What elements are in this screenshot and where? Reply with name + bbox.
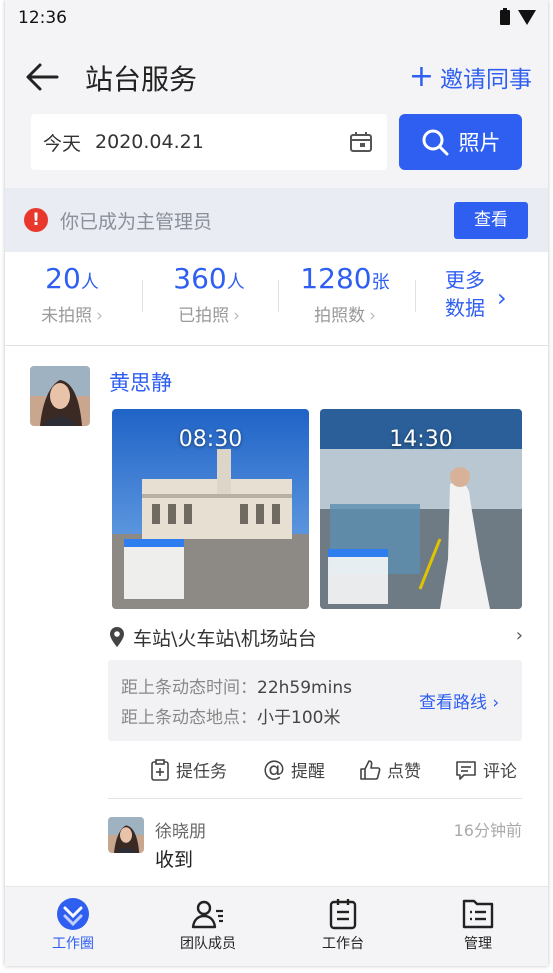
stat-photo-count[interactable]: 1280张 拍照数 › [280, 262, 410, 326]
page-title: 站台服务 [85, 63, 198, 96]
photo-timestamp: 14:30 [389, 427, 453, 452]
stat-label: 未拍照 [41, 306, 93, 326]
avatar[interactable] [30, 366, 90, 426]
chevron-right-icon: › [497, 284, 507, 312]
admin-notice: ! 你已成为主管理员 查看 [5, 188, 548, 252]
back-arrow-icon[interactable] [25, 62, 59, 92]
stat-value: 1280 [300, 262, 372, 295]
stat-not-photographed[interactable]: 20人 未拍照 › [7, 262, 137, 326]
comment-time: 16分钟前 [453, 821, 522, 840]
photo-button-label: 照片 [458, 131, 501, 155]
like-label: 点赞 [387, 762, 421, 782]
stat-label: 拍照数 [314, 306, 366, 326]
chevron-right-icon: › [515, 625, 523, 646]
comment-avatar[interactable] [108, 817, 144, 853]
last-place-value: 小于100米 [257, 708, 341, 728]
tab-label: 工作台 [322, 936, 364, 952]
photo-search-button[interactable]: 照片 [399, 114, 522, 170]
stats-panel: 20人 未拍照 › 360人 已拍照 › 1280张 拍照数 › 更多 数据 › [5, 252, 548, 346]
signal-icon [518, 10, 536, 25]
comment-text: 收到 [155, 849, 194, 871]
photo-timestamp: 08:30 [178, 427, 243, 452]
more-label-line2: 数据 [445, 296, 485, 320]
remind-button[interactable]: @ 提醒 [263, 757, 325, 782]
feed-post: 黄思静 08:30 14:30 车站\火车站\机场站台 › 距上条动态时间：22… [5, 347, 548, 887]
chevron-right-icon: › [369, 306, 376, 326]
tab-work-circle[interactable]: 工作圈 [13, 895, 133, 953]
tab-label: 团队成员 [180, 936, 236, 952]
comment-button[interactable]: 评论 [455, 757, 517, 782]
task-label: 提任务 [176, 762, 227, 782]
tab-label: 工作圈 [52, 936, 94, 952]
remind-label: 提醒 [291, 762, 325, 782]
invite-label: 邀请同事 [440, 67, 532, 93]
chevron-right-icon: › [233, 306, 240, 326]
divider [278, 280, 279, 312]
like-button[interactable]: 点赞 [359, 757, 421, 782]
location-text: 车站\火车站\机场站台 [133, 627, 317, 650]
manage-list-icon [462, 899, 494, 929]
post-location[interactable]: 车站\火车站\机场站台 › [109, 623, 529, 651]
date-label: 今天 [43, 132, 82, 155]
post-photo-afternoon[interactable]: 14:30 [320, 409, 522, 609]
last-time-label: 距上条动态时间： [121, 678, 257, 698]
at-icon: @ [263, 757, 285, 782]
chevron-right-icon: › [492, 693, 500, 713]
header: 站台服务 + 邀请同事 今天 2020.04.21 照片 [5, 36, 548, 188]
last-time-row: 距上条动态时间：22h59mins [121, 673, 352, 698]
calendar-icon[interactable] [349, 131, 373, 153]
tab-team-members[interactable]: 团队成员 [148, 895, 268, 953]
stat-value: 360 [173, 262, 227, 295]
thumbs-up-icon [360, 759, 381, 780]
route-label: 查看路线 [419, 693, 487, 713]
team-icon [191, 900, 223, 929]
last-place-label: 距上条动态地点： [121, 708, 257, 728]
distance-info: 距上条动态时间：22h59mins 距上条动态地点：小于100米 查看路线 › [108, 660, 522, 741]
stat-value: 20 [45, 262, 81, 295]
last-place-row: 距上条动态地点：小于100米 [121, 703, 340, 728]
comment-author[interactable]: 徐晓朋 [155, 817, 206, 842]
stat-unit: 张 [371, 272, 390, 293]
stat-unit: 人 [226, 272, 245, 293]
status-icons [500, 8, 536, 25]
divider [108, 798, 522, 799]
clipboard-icon [329, 899, 357, 930]
last-time-value: 22h59mins [257, 678, 352, 698]
stat-label: 已拍照 [178, 306, 230, 326]
view-button[interactable]: 查看 [454, 202, 528, 239]
warning-icon: ! [24, 208, 48, 232]
divider [142, 280, 143, 312]
bottom-tab-bar: 工作圈 团队成员 工作台 管理 [5, 886, 548, 966]
tab-manage[interactable]: 管理 [418, 895, 538, 953]
post-photo-morning[interactable]: 08:30 [112, 409, 309, 609]
status-bar: 12:36 [5, 0, 548, 36]
assign-task-button[interactable]: 提任务 [150, 757, 227, 782]
stat-unit: 人 [80, 272, 99, 293]
stat-photographed[interactable]: 360人 已拍照 › [144, 262, 274, 326]
more-label-line1: 更多 [445, 268, 485, 292]
search-icon [422, 129, 448, 156]
app-screen: 12:36 站台服务 + 邀请同事 今天 2020.04.21 照片 ! 你已成… [5, 0, 548, 966]
chevron-right-icon: › [96, 306, 103, 326]
post-author[interactable]: 黄思静 [109, 367, 172, 397]
view-route-link[interactable]: 查看路线 › [419, 688, 499, 713]
more-data-link[interactable]: 更多 数据 › [445, 266, 507, 322]
work-circle-icon [57, 898, 89, 930]
invite-colleague-button[interactable]: + 邀请同事 [409, 60, 532, 94]
date-value: 2020.04.21 [95, 131, 204, 153]
location-pin-icon [110, 627, 124, 647]
task-icon [151, 758, 169, 781]
comment-icon [456, 760, 476, 780]
plus-icon: + [408, 59, 434, 94]
tab-workbench[interactable]: 工作台 [283, 895, 403, 953]
comment-label: 评论 [483, 762, 517, 782]
notice-text: 你已成为主管理员 [60, 211, 213, 233]
post-actions: 提任务 @ 提醒 点赞 评论 [5, 757, 548, 785]
divider [415, 280, 416, 312]
date-selector[interactable]: 今天 2020.04.21 [31, 114, 387, 170]
tab-label: 管理 [464, 936, 492, 952]
battery-icon [500, 8, 510, 25]
status-time: 12:36 [18, 8, 67, 28]
